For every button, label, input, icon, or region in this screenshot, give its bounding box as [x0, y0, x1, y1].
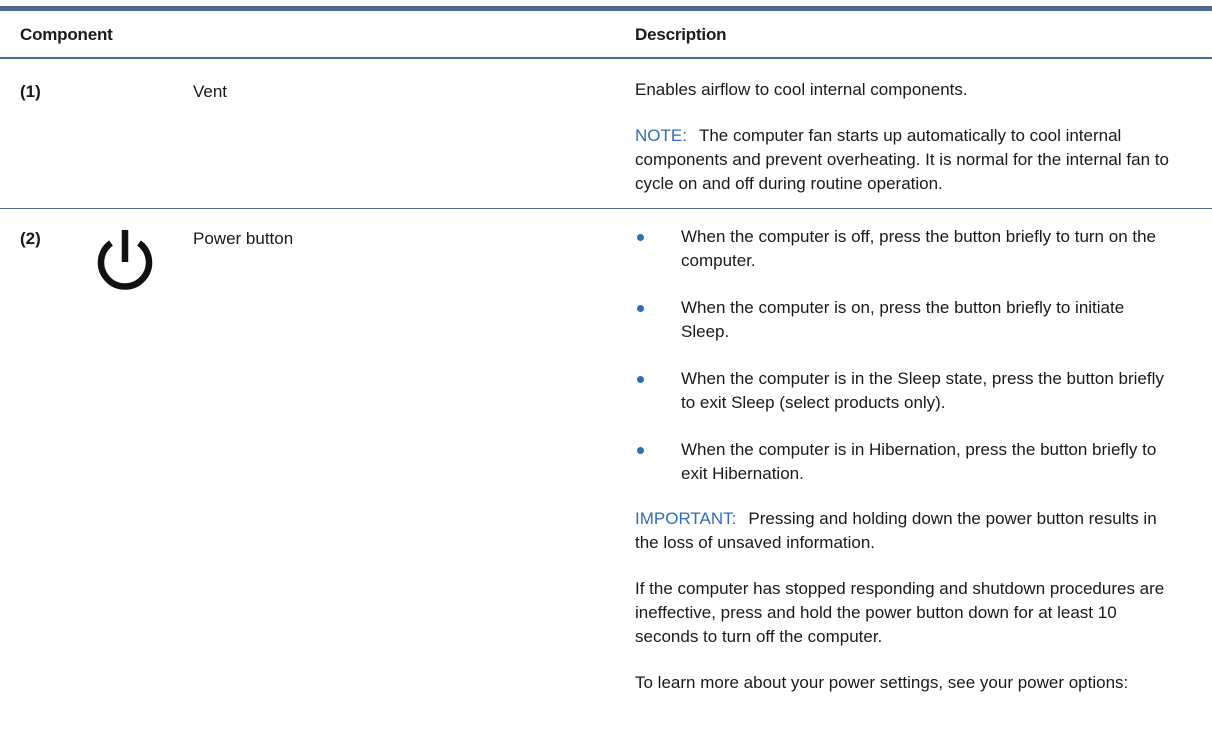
document-page: Component Description (1) Vent Enables a… [0, 0, 1212, 747]
table-top-rule [0, 6, 1212, 11]
paragraph: If the computer has stopped responding a… [635, 579, 1165, 646]
bullet-icon [637, 234, 644, 241]
note-text: The computer fan starts up automatically… [635, 126, 1169, 193]
component-name: Power button [193, 229, 294, 248]
note-label: NOTE: [635, 126, 687, 145]
column-header-description: Description [635, 25, 727, 44]
bullet-icon [637, 305, 644, 312]
column-header-component: Component [20, 25, 113, 44]
important-block: IMPORTANT: Pressing and holding down the … [635, 507, 1180, 555]
list-item-text: When the computer is in Hibernation, pre… [681, 440, 1157, 483]
component-number: (1) [20, 82, 41, 101]
bullet-icon [637, 376, 644, 383]
component-number: (2) [20, 229, 41, 248]
note-block: NOTE: The computer fan starts up automati… [635, 124, 1180, 196]
row-divider [0, 208, 1212, 209]
bullet-icon [637, 447, 644, 454]
list-item-text: When the computer is off, press the butt… [681, 227, 1157, 270]
important-label: IMPORTANT: [635, 509, 737, 528]
list-item-text: When the computer is in the Sleep state,… [681, 369, 1164, 412]
power-icon [97, 230, 153, 290]
header-divider [0, 57, 1212, 59]
paragraph: To learn more about your power settings,… [635, 673, 1129, 692]
list-item-text: When the computer is on, press the butto… [681, 298, 1125, 341]
component-name: Vent [193, 82, 228, 101]
component-description: Enables airflow to cool internal compone… [635, 80, 968, 99]
